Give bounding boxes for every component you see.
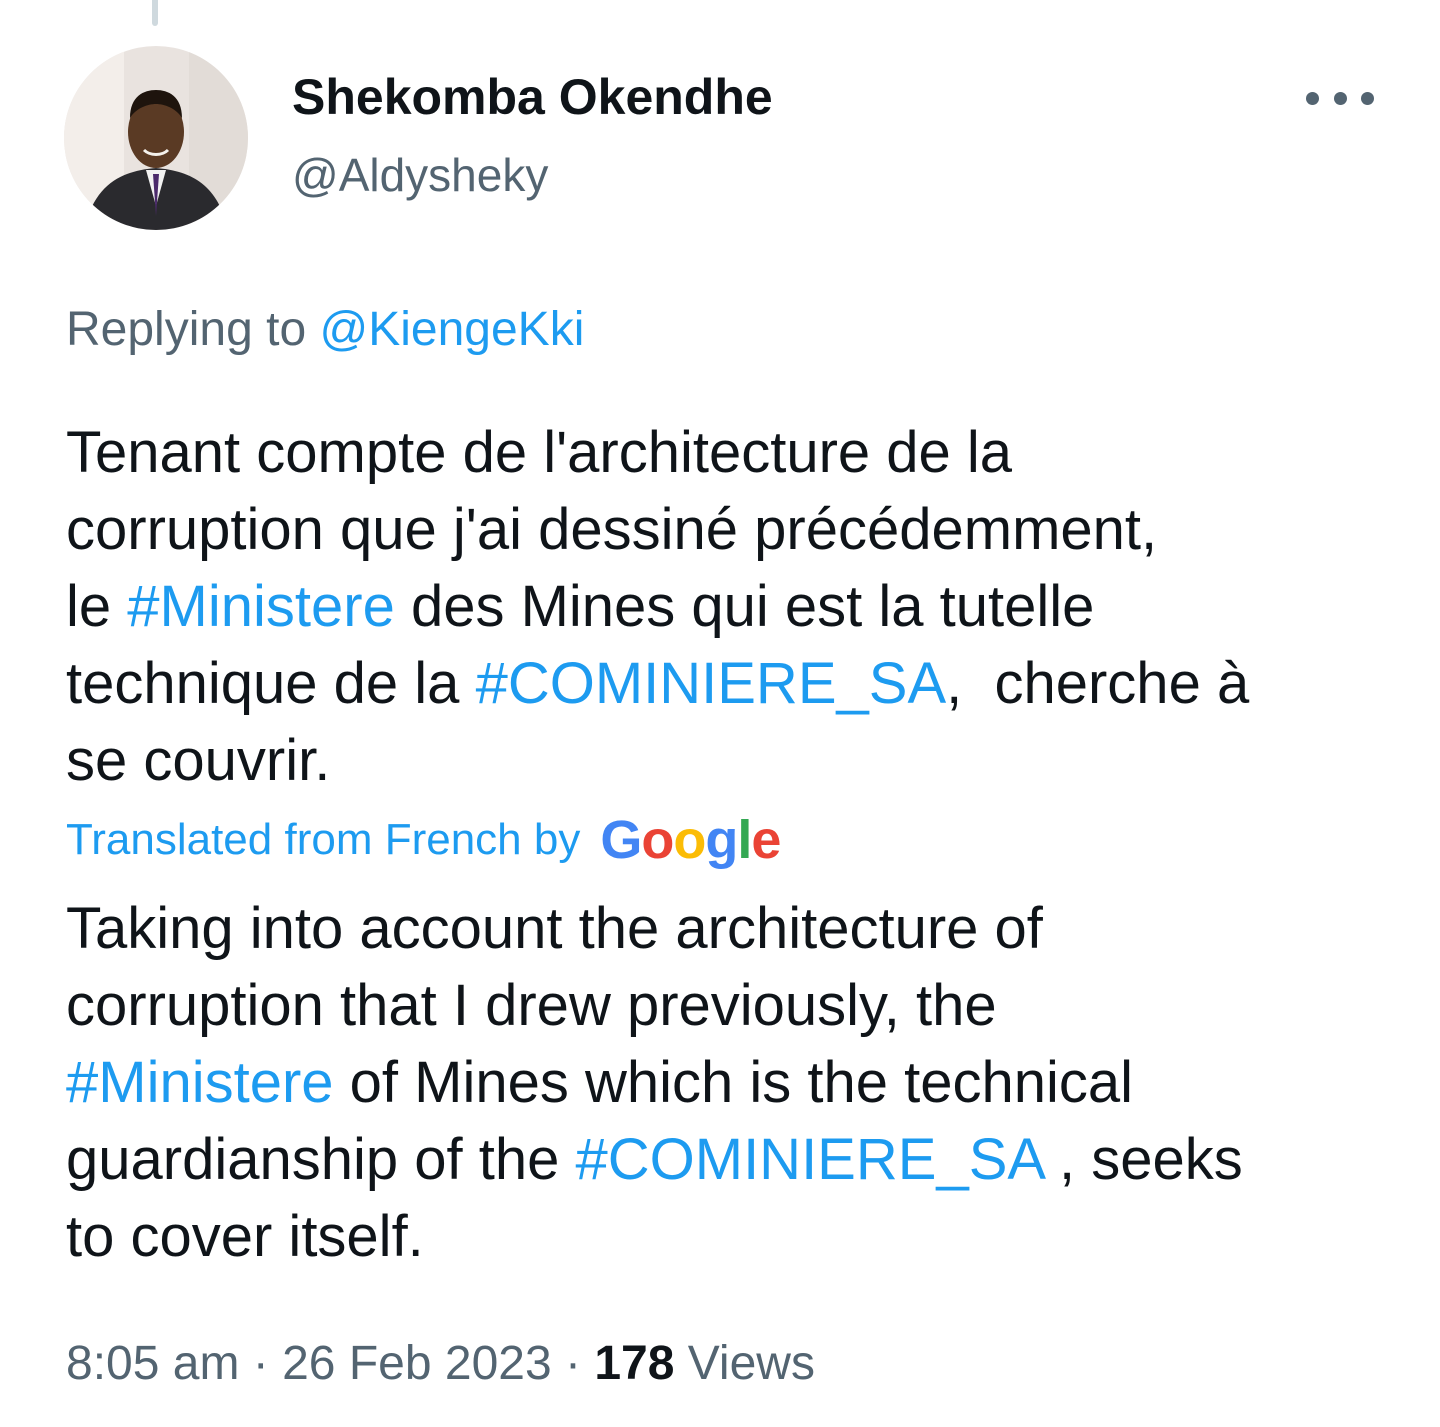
meta-separator: · bbox=[565, 1337, 581, 1390]
replying-to-label: Replying to bbox=[66, 303, 307, 356]
more-horizontal-icon[interactable] bbox=[1306, 78, 1374, 118]
translated-text-segment: guardianship of the bbox=[66, 1127, 560, 1192]
translated-text-segment: of Mines which is the technical bbox=[349, 1050, 1134, 1115]
tweet-time[interactable]: 8:05 am bbox=[66, 1337, 239, 1390]
meta-separator: · bbox=[252, 1337, 269, 1390]
more-dot bbox=[1361, 91, 1374, 105]
author-avatar[interactable] bbox=[64, 46, 248, 230]
google-logo-letter: e bbox=[751, 810, 781, 870]
author-display-name[interactable]: Shekomba Okendhe bbox=[292, 66, 773, 128]
translated-line: guardianship of the #COMINIERE_SA , seek… bbox=[66, 1121, 1386, 1198]
google-logo-letter: o bbox=[673, 810, 706, 870]
tweet-text-segment: technique de la bbox=[66, 651, 460, 716]
more-dot bbox=[1333, 91, 1347, 105]
replying-to: Replying to @KiengeKki bbox=[66, 300, 584, 360]
tweet-line: Tenant compte de l'architecture de la bbox=[66, 420, 1013, 485]
tweet-text-segment: le bbox=[66, 574, 112, 639]
translation-label: Translated from French by bbox=[66, 815, 581, 864]
author-handle[interactable]: @Aldysheky bbox=[292, 146, 548, 204]
tweet-meta: 8:05 am · 26 Feb 2023 · 178 Views bbox=[66, 1334, 815, 1394]
tweet-line: corruption que j'ai dessiné précédemment… bbox=[66, 497, 1158, 562]
translated-text-segment: , seeks bbox=[1059, 1127, 1243, 1192]
google-logo: Google bbox=[600, 809, 781, 871]
translated-line: corruption that I drew previously, the bbox=[66, 973, 997, 1038]
thread-connector-line bbox=[152, 0, 158, 26]
google-logo-letter: l bbox=[737, 810, 752, 870]
hashtag-link[interactable]: #Ministere bbox=[66, 1050, 334, 1115]
more-dot bbox=[1306, 91, 1319, 105]
translated-tweet-text: Taking into account the architecture of … bbox=[66, 890, 1386, 1275]
tweet-line: se couvrir. bbox=[66, 728, 331, 793]
google-logo-letter: o bbox=[641, 810, 674, 870]
translation-attribution[interactable]: Translated from French by Google bbox=[66, 808, 781, 872]
views-label[interactable]: Views bbox=[688, 1337, 815, 1390]
hashtag-link[interactable]: #Ministere bbox=[127, 574, 395, 639]
translated-line: #Ministere of Mines which is the technic… bbox=[66, 1044, 1386, 1121]
tweet-line: le #Ministere des Mines qui est la tutel… bbox=[66, 568, 1386, 645]
reply-mention-link[interactable]: @KiengeKki bbox=[319, 303, 584, 356]
profile-photo-icon bbox=[64, 46, 248, 230]
hashtag-link[interactable]: #COMINIERE_SA bbox=[576, 1127, 1043, 1192]
translated-line: Taking into account the architecture of bbox=[66, 896, 1043, 961]
google-logo-letter: g bbox=[705, 810, 738, 870]
hashtag-link[interactable]: #COMINIERE_SA bbox=[476, 651, 947, 716]
tweet-line: technique de la #COMINIERE_SA, cherche à bbox=[66, 645, 1386, 722]
tweet-text-segment: , cherche à bbox=[946, 651, 1250, 716]
translated-line: to cover itself. bbox=[66, 1204, 424, 1269]
views-count[interactable]: 178 bbox=[594, 1337, 674, 1390]
tweet-text-segment: des Mines qui est la tutelle bbox=[410, 574, 1095, 639]
tweet-date[interactable]: 26 Feb 2023 bbox=[282, 1337, 552, 1390]
google-logo-letter: G bbox=[600, 810, 642, 870]
tweet-text: Tenant compte de l'architecture de la co… bbox=[66, 414, 1386, 799]
